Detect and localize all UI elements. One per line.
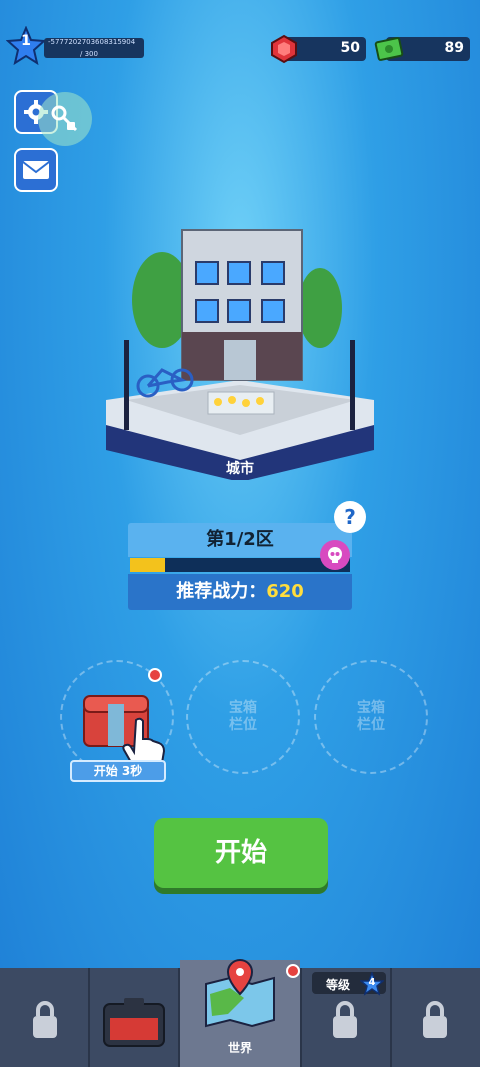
region-title: 第1/2区 xyxy=(128,523,352,557)
skull-icon xyxy=(320,540,350,570)
chest-slot-3-line2: 栏位 xyxy=(357,717,385,733)
chest-notification-dot xyxy=(148,668,162,682)
cash-count: 89 xyxy=(444,40,464,56)
rank-label: 等级 xyxy=(325,978,350,992)
lock-icon[interactable] xyxy=(30,1000,60,1040)
chest-start-label[interactable]: 开始 3秒 xyxy=(70,760,166,782)
chest-slot-2-line1: 宝箱 xyxy=(229,700,257,716)
player-level: 1 xyxy=(21,33,31,49)
world-notification-dot xyxy=(286,964,300,978)
nav-divider xyxy=(300,968,302,1067)
city-island[interactable] xyxy=(96,220,384,480)
mail-button[interactable] xyxy=(14,148,58,192)
mail-icon xyxy=(22,161,50,179)
gems-count: 50 xyxy=(340,40,360,56)
gem-icon xyxy=(271,34,297,64)
xp-max: / 300 xyxy=(80,50,98,58)
lock-icon[interactable] xyxy=(420,1000,450,1040)
world-map-icon[interactable] xyxy=(200,954,280,1028)
chest-slot-2-line2: 栏位 xyxy=(229,717,257,733)
chest-slot-3-label: 宝箱 栏位 xyxy=(314,700,428,734)
help-button[interactable]: ? xyxy=(334,501,366,533)
nav-divider xyxy=(390,968,392,1067)
nav-divider xyxy=(88,968,90,1067)
power-label: 推荐战力： xyxy=(176,581,267,602)
xp-value: -5777202703608315904 xyxy=(48,38,136,46)
chest-slot-3-line1: 宝箱 xyxy=(357,700,385,716)
chest-slot-2-label: 宝箱 栏位 xyxy=(186,700,300,734)
key-icon xyxy=(51,105,78,132)
location-name: 城市 xyxy=(226,461,254,477)
recommended-power: 推荐战力：620 xyxy=(128,574,352,610)
power-value: 620 xyxy=(266,581,304,602)
start-button[interactable]: 开始 xyxy=(154,818,328,888)
rank-value: 4 xyxy=(368,977,376,988)
world-label: 世界 xyxy=(227,1041,252,1055)
briefcase-icon[interactable] xyxy=(100,994,168,1050)
key-badge[interactable] xyxy=(38,92,92,146)
region-progress-fill xyxy=(130,558,166,572)
lock-icon[interactable] xyxy=(330,1000,360,1040)
